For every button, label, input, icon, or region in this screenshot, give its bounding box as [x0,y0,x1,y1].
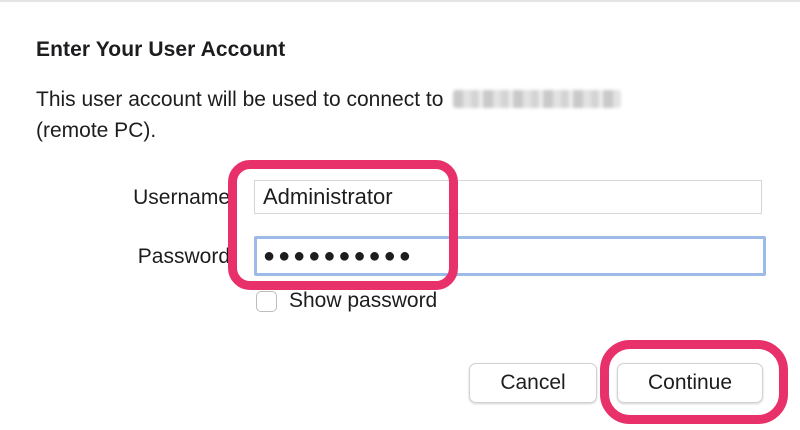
password-label: Password [137,245,230,268]
continue-button[interactable]: Continue [617,363,763,403]
cancel-button[interactable]: Cancel [469,363,597,403]
top-divider [0,0,800,2]
redacted-host-name [453,90,622,108]
username-label: Username [133,186,230,209]
message-suffix: (remote PC). [36,119,157,142]
dialog-message: This user account will be used to connec… [36,84,736,146]
username-field[interactable]: Administrator [254,180,762,214]
show-password-checkbox[interactable] [256,290,277,312]
message-prefix: This user account will be used to connec… [36,88,444,111]
password-field[interactable]: ●●●●●●●●●● [254,236,766,276]
show-password-row[interactable]: Show password [256,289,437,313]
show-password-label[interactable]: Show password [289,289,437,313]
dialog-title: Enter Your User Account [36,38,286,61]
